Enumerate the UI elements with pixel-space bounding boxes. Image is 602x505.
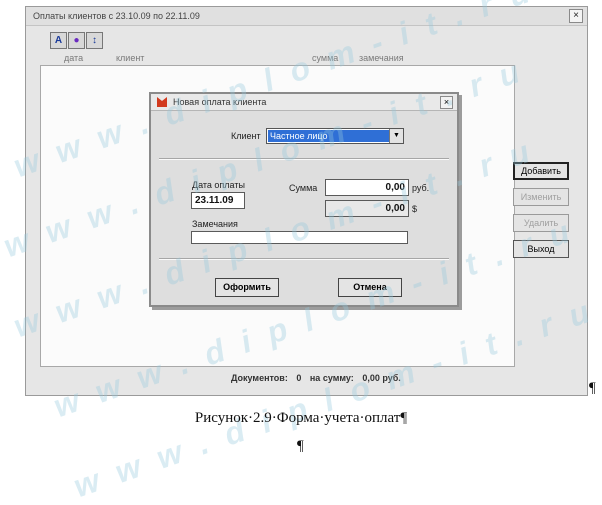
date-label: Дата оплаты bbox=[192, 180, 245, 190]
status-summary: Документов: 0 на сумму: 0,00 руб. bbox=[231, 373, 401, 383]
edit-button[interactable]: Изменить bbox=[513, 188, 569, 206]
client-select-value: Частное лицо bbox=[268, 130, 389, 142]
client-select[interactable]: Частное лицо ▼ bbox=[266, 128, 404, 144]
documents-count: 0 bbox=[296, 373, 302, 383]
close-icon[interactable]: × bbox=[569, 9, 583, 23]
dialog-title: Новая оплата клиента bbox=[151, 94, 457, 111]
client-label: Клиент bbox=[231, 131, 261, 141]
paragraph-mark: ¶ bbox=[297, 438, 304, 454]
exit-button[interactable]: Выход bbox=[513, 240, 569, 258]
submit-button[interactable]: Оформить bbox=[215, 278, 279, 297]
usd-field: 0,00 bbox=[325, 200, 409, 217]
palette-icon[interactable]: ● bbox=[68, 32, 85, 49]
column-header-client[interactable]: клиент bbox=[116, 53, 144, 63]
dialog-close-icon[interactable]: × bbox=[440, 96, 453, 109]
new-payment-dialog: Новая оплата клиента × Клиент Частное ли… bbox=[149, 92, 459, 307]
sum-field[interactable]: 0,00 bbox=[325, 179, 409, 196]
sum-label: на сумму: bbox=[309, 373, 354, 383]
documents-label: Документов: bbox=[231, 373, 288, 383]
sum-value: 0,00 руб. bbox=[362, 373, 401, 383]
toolbar: A ● ↕ bbox=[50, 32, 104, 50]
column-header-notes[interactable]: замечания bbox=[359, 53, 404, 63]
column-header-date[interactable]: дата bbox=[64, 53, 83, 63]
sum-label: Сумма bbox=[289, 183, 318, 193]
paragraph-mark: ¶ bbox=[589, 380, 596, 396]
usd-currency-label: $ bbox=[412, 204, 418, 214]
add-button[interactable]: Добавить bbox=[513, 162, 569, 180]
figure-caption: Рисунок·2.9·Форма·учета·оплат¶ bbox=[194, 410, 408, 426]
font-icon[interactable]: A bbox=[50, 32, 67, 49]
window-title: Оплаты клиентов с 23.10.09 по 22.11.09 bbox=[26, 7, 587, 26]
date-field[interactable]: 23.11.09 bbox=[191, 192, 245, 209]
notes-field[interactable] bbox=[191, 231, 408, 244]
column-header-sum[interactable]: сумма bbox=[312, 53, 338, 63]
chevron-down-icon[interactable]: ▼ bbox=[389, 129, 403, 143]
cancel-button[interactable]: Отмена bbox=[338, 278, 402, 297]
notes-label: Замечания bbox=[192, 219, 238, 229]
divider bbox=[159, 158, 449, 160]
grid-header: дата клиент сумма замечания bbox=[64, 53, 504, 65]
sort-icon[interactable]: ↕ bbox=[86, 32, 103, 49]
sum-currency-label: руб. bbox=[412, 183, 430, 193]
divider bbox=[159, 258, 449, 260]
delete-button[interactable]: Удалить bbox=[513, 214, 569, 232]
